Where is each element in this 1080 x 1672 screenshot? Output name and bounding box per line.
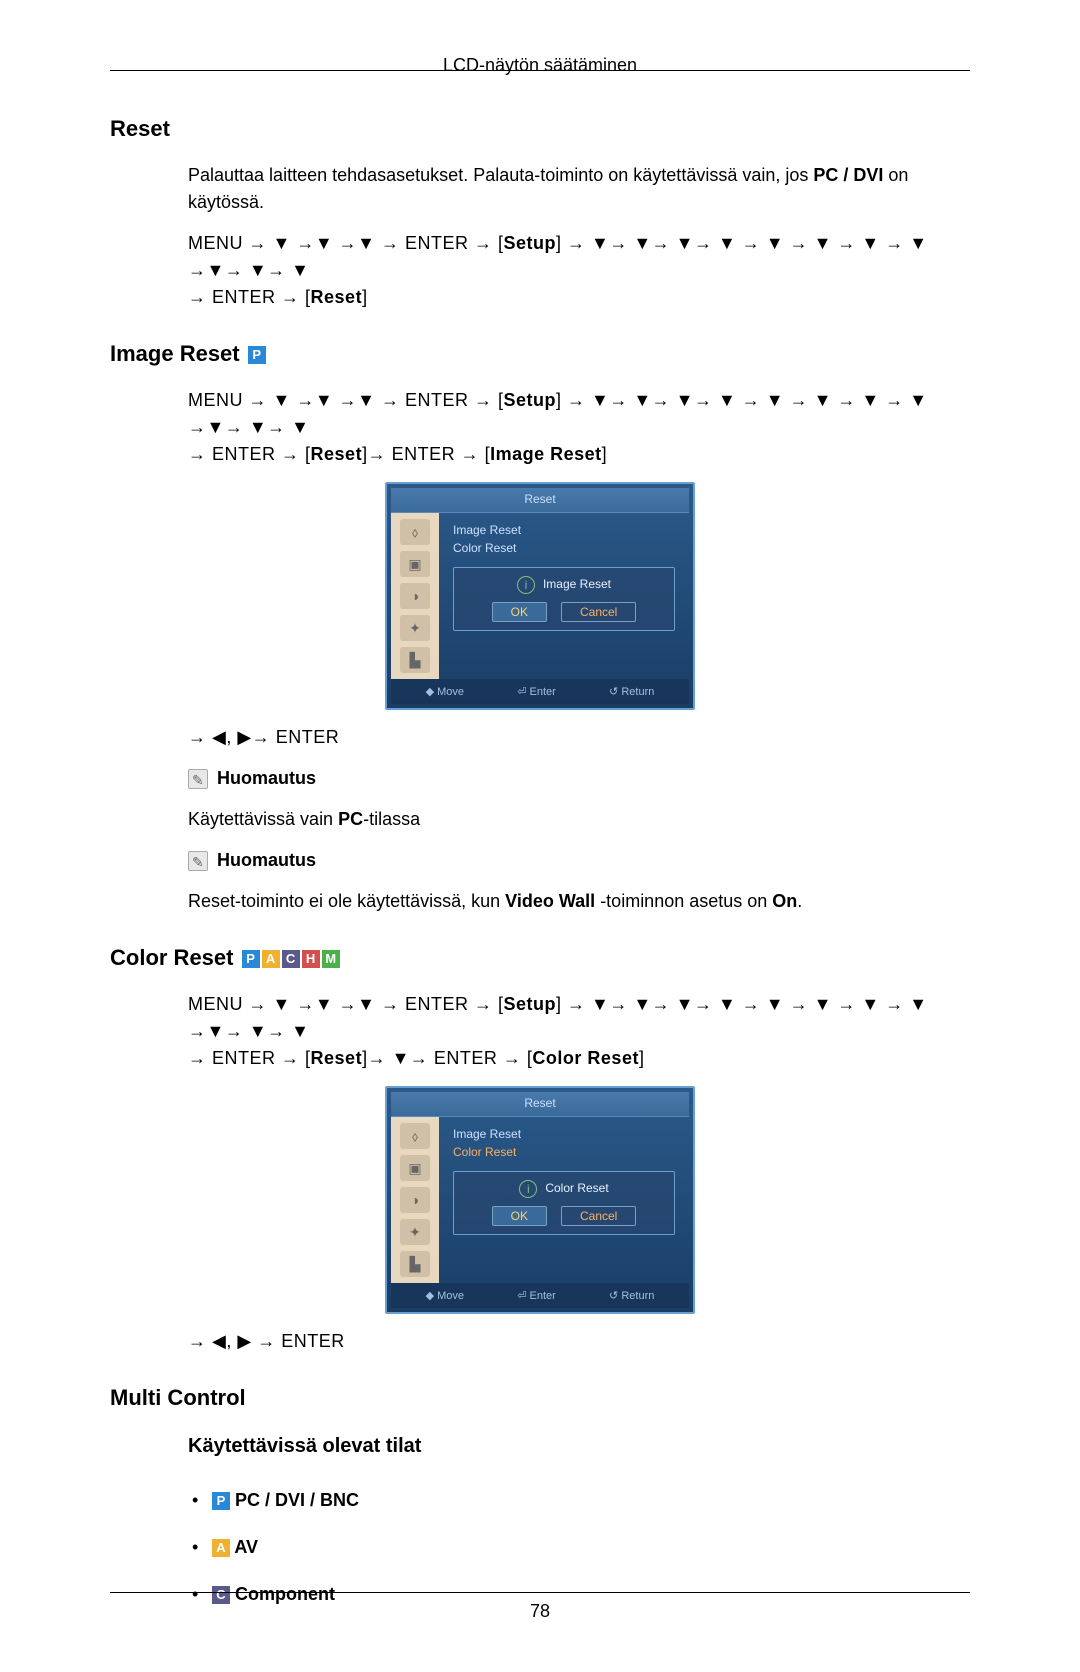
ir-nav-reset: Reset: [311, 444, 363, 464]
osd-cr-ok-button[interactable]: OK: [492, 1206, 547, 1226]
info-icon: i: [519, 1180, 537, 1198]
reset-nav-reset: Reset: [311, 287, 363, 307]
osd-ir-footer: ◆ Move ⏎ Enter ↺ Return: [391, 679, 689, 704]
cr-nav2-cont: → ▼→ ENTER →: [368, 1048, 527, 1068]
page-footer: 78: [110, 1592, 970, 1622]
note-icon: [188, 851, 208, 871]
osd-cr-foot-enter: ⏎ Enter: [517, 1289, 556, 1302]
reset-desc-bold: PC / DVI: [813, 165, 883, 185]
mode-item-av-label: AV: [234, 1537, 258, 1557]
osd-cr-title: Reset: [391, 1092, 689, 1117]
osd-ir-item2: Color Reset: [453, 539, 675, 557]
cr-nav2: → ENTER →: [188, 1048, 305, 1068]
image-reset-label: Image Reset: [110, 341, 240, 366]
osd-icon-multi: ▙: [400, 1251, 430, 1277]
ir-nav1: MENU → ▼ →▼ →▼ → ENTER →: [188, 390, 498, 410]
mode-item-pc: P PC / DVI / BNC: [188, 1477, 970, 1524]
reset-desc-pre: Palauttaa laitteen tehdasasetukset. Pala…: [188, 165, 813, 185]
ir-note1-label: Huomautus: [217, 768, 316, 788]
info-icon: i: [517, 576, 535, 594]
osd-cr-footer: ◆ Move ⏎ Enter ↺ Return: [391, 1283, 689, 1308]
osd-icon-picture: ▣: [400, 1155, 430, 1181]
cr-nav-setup: Setup: [503, 994, 556, 1014]
reset-nav-setup: Setup: [503, 233, 556, 253]
mode-badge-m: M: [322, 950, 340, 968]
cr-nav3: → ◀, ▶ → ENTER: [188, 1328, 970, 1355]
section-multi-control-title: Multi Control: [110, 1385, 970, 1411]
image-reset-nav: MENU → ▼ →▼ →▼ → ENTER → [Setup] → ▼→ ▼→…: [188, 387, 970, 468]
osd-cr-dialog: i Color Reset OK Cancel: [453, 1171, 675, 1235]
osd-icon-multi: ▙: [400, 647, 430, 673]
reset-nav: MENU → ▼ →▼ →▼ → ENTER → [Setup] → ▼→ ▼→…: [188, 230, 970, 311]
mode-badge-p: P: [248, 346, 266, 364]
ir-note2-label: Huomautus: [217, 850, 316, 870]
mode-badge-a: A: [262, 950, 280, 968]
osd-ir-dialog: i Image Reset OK Cancel: [453, 567, 675, 631]
color-reset-label: Color Reset: [110, 945, 233, 970]
reset-nav2: → ENTER →: [188, 287, 305, 307]
mode-item-av: A AV: [188, 1524, 970, 1571]
page-number: 78: [530, 1601, 550, 1621]
ir-nav-setup: Setup: [503, 390, 556, 410]
ir-note1-text: Käytettävissä vain PC-tilassa: [188, 806, 970, 833]
osd-cr-dialog-title: Color Reset: [545, 1181, 608, 1195]
cr-nav-reset: Reset: [311, 1048, 363, 1068]
ir-nav3: → ◀, ▶→ ENTER: [188, 724, 970, 751]
multi-control-subtitle: Käytettävissä olevat tilat: [188, 1431, 970, 1461]
osd-cr-item1: Image Reset: [453, 1125, 675, 1143]
mode-badge-a: A: [212, 1539, 230, 1557]
osd-icon-setup: ✦: [400, 1219, 430, 1245]
osd-ir-iconcol: ⬨ ▣ ◑ ✦ ▙: [391, 513, 439, 679]
osd-cr-cancel-button[interactable]: Cancel: [561, 1206, 636, 1226]
mode-badge-c: C: [282, 950, 300, 968]
mode-badge-p: P: [242, 950, 260, 968]
header-title: LCD-näytön säätäminen: [110, 55, 970, 76]
osd-ir-title: Reset: [391, 488, 689, 513]
osd-ir-foot-enter: ⏎ Enter: [517, 685, 556, 698]
ir-nav2: → ENTER →: [188, 444, 305, 464]
cr-nav-color: Color Reset: [532, 1048, 639, 1068]
mode-badge-h: H: [302, 950, 320, 968]
note-icon: [188, 769, 208, 789]
osd-icon-input: ⬨: [400, 519, 430, 545]
osd-ir-dialog-title: Image Reset: [543, 577, 611, 591]
ir-nav2-cont: → ENTER →: [368, 444, 485, 464]
mode-item-pc-label: PC / DVI / BNC: [235, 1490, 359, 1510]
color-reset-nav: MENU → ▼ →▼ →▼ → ENTER → [Setup] → ▼→ ▼→…: [188, 991, 970, 1072]
section-image-reset-title: Image Reset P: [110, 341, 970, 367]
osd-image-reset: Reset ⬨ ▣ ◑ ✦ ▙ Image Reset Color Reset …: [385, 482, 695, 710]
osd-cr-item2: Color Reset: [453, 1143, 675, 1161]
section-reset-title: Reset: [110, 116, 970, 142]
osd-ir-ok-button[interactable]: OK: [492, 602, 547, 622]
osd-icon-sound: ◑: [400, 1187, 430, 1213]
osd-ir-foot-move: ◆ Move: [426, 685, 464, 698]
cr-nav1: MENU → ▼ →▼ →▼ → ENTER →: [188, 994, 498, 1014]
osd-icon-picture: ▣: [400, 551, 430, 577]
ir-note2: Huomautus: [188, 847, 970, 874]
osd-icon-setup: ✦: [400, 615, 430, 641]
osd-icon-sound: ◑: [400, 583, 430, 609]
osd-color-reset: Reset ⬨ ▣ ◑ ✦ ▙ Image Reset Color Reset …: [385, 1086, 695, 1314]
osd-ir-item1: Image Reset: [453, 521, 675, 539]
osd-ir-foot-return: ↺ Return: [609, 685, 654, 698]
ir-note1: Huomautus: [188, 765, 970, 792]
osd-cr-foot-move: ◆ Move: [426, 1289, 464, 1302]
osd-cr-iconcol: ⬨ ▣ ◑ ✦ ▙: [391, 1117, 439, 1283]
osd-cr-foot-return: ↺ Return: [609, 1289, 654, 1302]
ir-note2-text: Reset-toiminto ei ole käytettävissä, kun…: [188, 888, 970, 915]
ir-nav-image: Image Reset: [490, 444, 602, 464]
reset-description: Palauttaa laitteen tehdasasetukset. Pala…: [188, 162, 970, 216]
mode-badge-p: P: [212, 1492, 230, 1510]
section-color-reset-title: Color Reset PACHM: [110, 945, 970, 971]
osd-ir-cancel-button[interactable]: Cancel: [561, 602, 636, 622]
reset-nav1: MENU → ▼ →▼ →▼ → ENTER →: [188, 233, 498, 253]
osd-icon-input: ⬨: [400, 1123, 430, 1149]
